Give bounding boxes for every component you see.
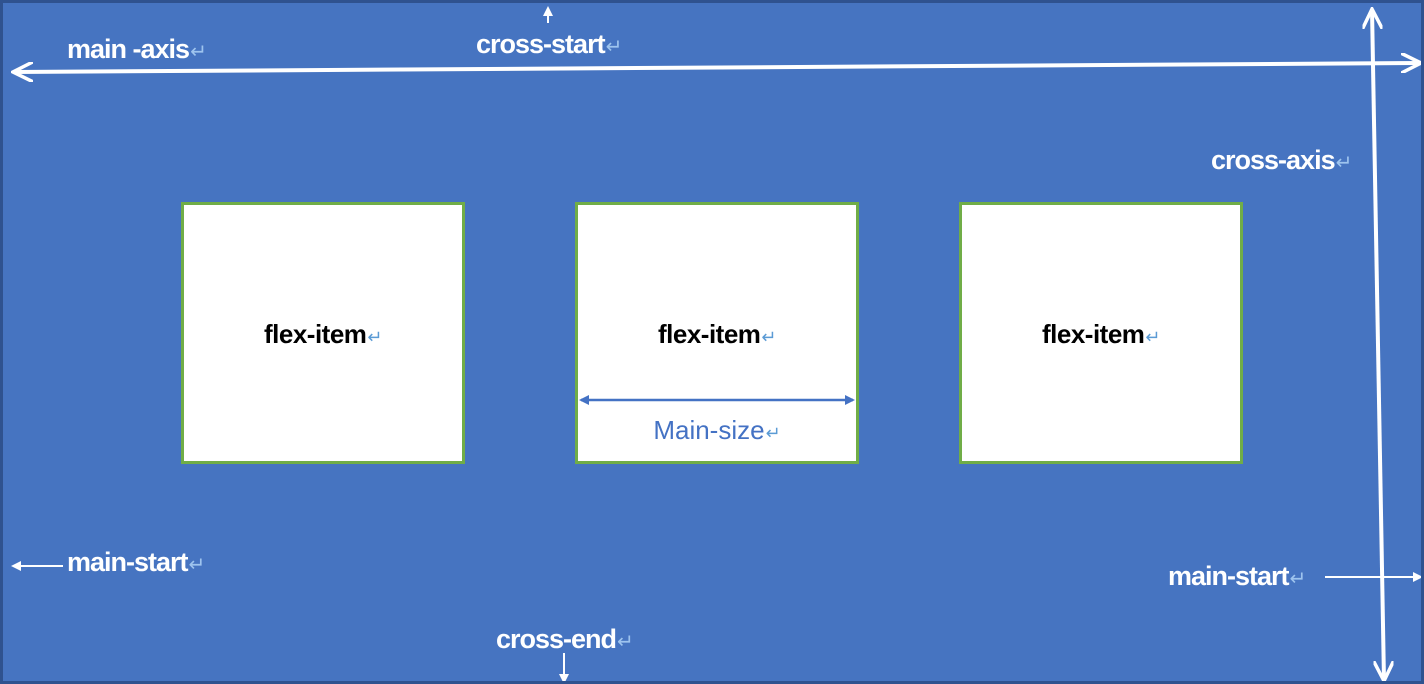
main-axis-arrow [13,63,1421,72]
main-start-left-label: main-start↵ [67,547,205,577]
flex-container: main -axis↵ cross-start↵ cross-axis↵ mai… [0,0,1424,684]
flex-item-label: flex-item↵ [1041,319,1161,349]
main-size-arrow [579,395,855,405]
main-axis-label: main -axis↵ [67,34,207,64]
cross-end-label: cross-end↵ [496,624,634,654]
flex-item-2: flex-item↵ Main-size↵ [575,202,859,464]
cross-start-label: cross-start↵ [476,29,622,59]
flex-item-label: flex-item↵ [263,319,383,349]
flex-item-3: flex-item↵ [959,202,1243,464]
cross-axis-arrow [1372,9,1384,681]
flex-item-1: flex-item↵ [181,202,465,464]
cross-axis-label: cross-axis↵ [1211,145,1352,175]
main-size-label: Main-size↵ [653,415,781,445]
flex-item-label: flex-item↵ [657,319,777,349]
main-start-right-label: main-start↵ [1168,561,1306,591]
